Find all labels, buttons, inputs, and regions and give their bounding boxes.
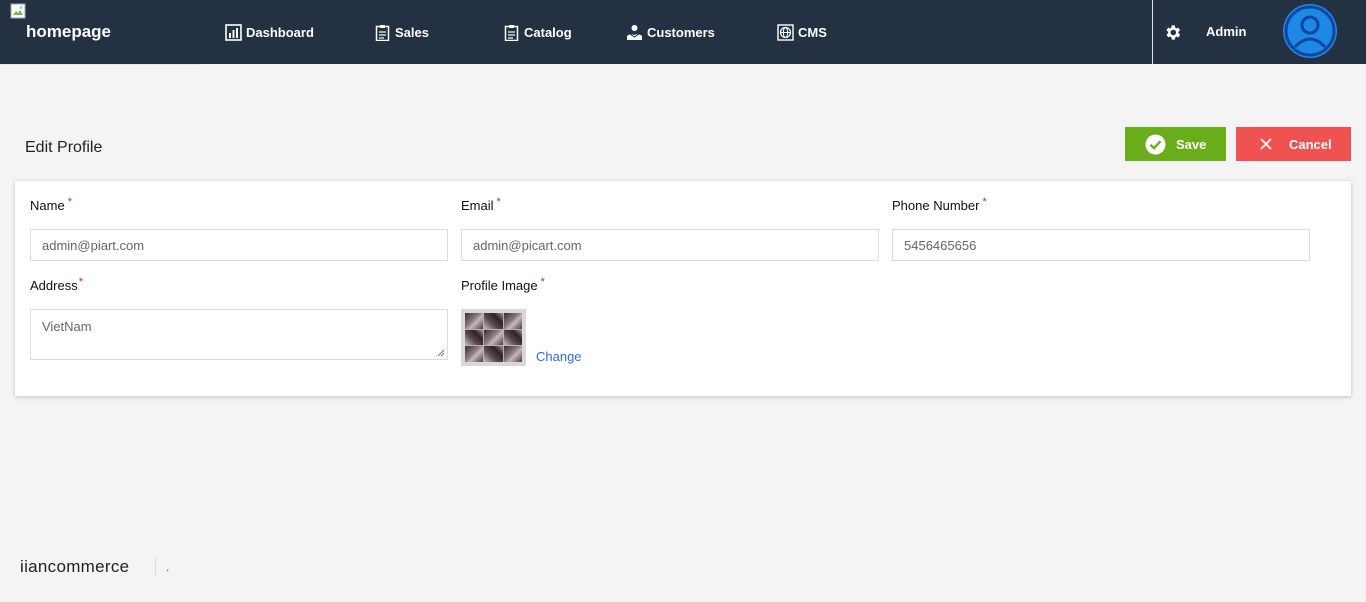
required-marker: *: [982, 196, 987, 208]
clipboard-icon: [375, 24, 390, 41]
close-icon: [1260, 138, 1272, 150]
nav-item-dashboard[interactable]: Dashboard: [225, 22, 314, 42]
clipboard-icon: [504, 24, 519, 41]
required-marker: *: [496, 196, 501, 208]
check-circle-icon: [1145, 134, 1166, 155]
nav-item-customers[interactable]: Customers: [626, 22, 715, 42]
footer-text: .: [166, 560, 170, 574]
address-label: Address*: [30, 276, 83, 293]
profile-image-label-text: Profile Image: [461, 278, 538, 293]
email-field[interactable]: admin@picart.com: [461, 229, 879, 261]
phone-label-text: Phone Number: [892, 198, 980, 213]
nav-item-sales[interactable]: Sales: [374, 22, 429, 42]
cancel-button[interactable]: Cancel: [1236, 127, 1351, 161]
resize-grip-icon[interactable]: [437, 349, 445, 357]
brand-text: homepage: [26, 22, 112, 41]
phone-label: Phone Number *: [892, 196, 987, 213]
brand-logo[interactable]: homepage: [0, 0, 200, 65]
email-label-text: Email: [461, 198, 494, 213]
user-name[interactable]: Admin: [1206, 24, 1246, 39]
globe-icon: [777, 23, 794, 41]
profile-form-card: Name * admin@piart.com Email * admin@picar…: [15, 181, 1351, 396]
name-label: Name *: [30, 196, 72, 213]
profile-image-thumbnail: [461, 309, 526, 366]
nav-item-cms[interactable]: CMS: [777, 22, 827, 42]
navbar-divider: [1152, 0, 1153, 64]
top-navbar: homepage Dashboard Sales Catalog Custome…: [0, 0, 1366, 65]
change-image-link[interactable]: Change: [536, 349, 582, 364]
profile-image-preview: [465, 313, 522, 362]
customers-icon: [627, 24, 642, 40]
profile-image-label: Profile Image *: [461, 276, 545, 293]
name-field[interactable]: admin@piart.com: [30, 229, 448, 261]
cancel-button-label: Cancel: [1289, 137, 1332, 152]
footer-divider: [155, 558, 156, 576]
nav-item-label: Dashboard: [246, 24, 314, 40]
address-label-text: Address: [30, 278, 78, 293]
required-marker: *: [540, 276, 545, 288]
nav-item-label: Sales: [395, 24, 429, 40]
nav-item-label: Customers: [647, 24, 715, 40]
broken-image-icon: [10, 3, 26, 19]
footer-brand: iiancommerce: [20, 557, 130, 576]
phone-field[interactable]: 5456465656: [892, 229, 1310, 261]
required-marker: *: [78, 276, 83, 288]
name-label-text: Name: [30, 198, 65, 213]
address-textarea[interactable]: VietNam: [30, 309, 448, 360]
save-button-label: Save: [1176, 137, 1207, 152]
address-value: VietNam: [42, 319, 92, 334]
nav-item-label: Catalog: [524, 24, 572, 40]
page-title: Edit Profile: [25, 139, 103, 156]
gear-icon[interactable]: [1163, 23, 1182, 42]
nav-item-catalog[interactable]: Catalog: [503, 22, 572, 42]
required-marker: *: [67, 196, 72, 208]
save-button[interactable]: Save: [1125, 127, 1226, 161]
nav-item-label: CMS: [798, 24, 827, 40]
email-label: Email *: [461, 196, 501, 213]
user-avatar-icon[interactable]: [1282, 3, 1338, 59]
dashboard-icon: [225, 23, 242, 41]
